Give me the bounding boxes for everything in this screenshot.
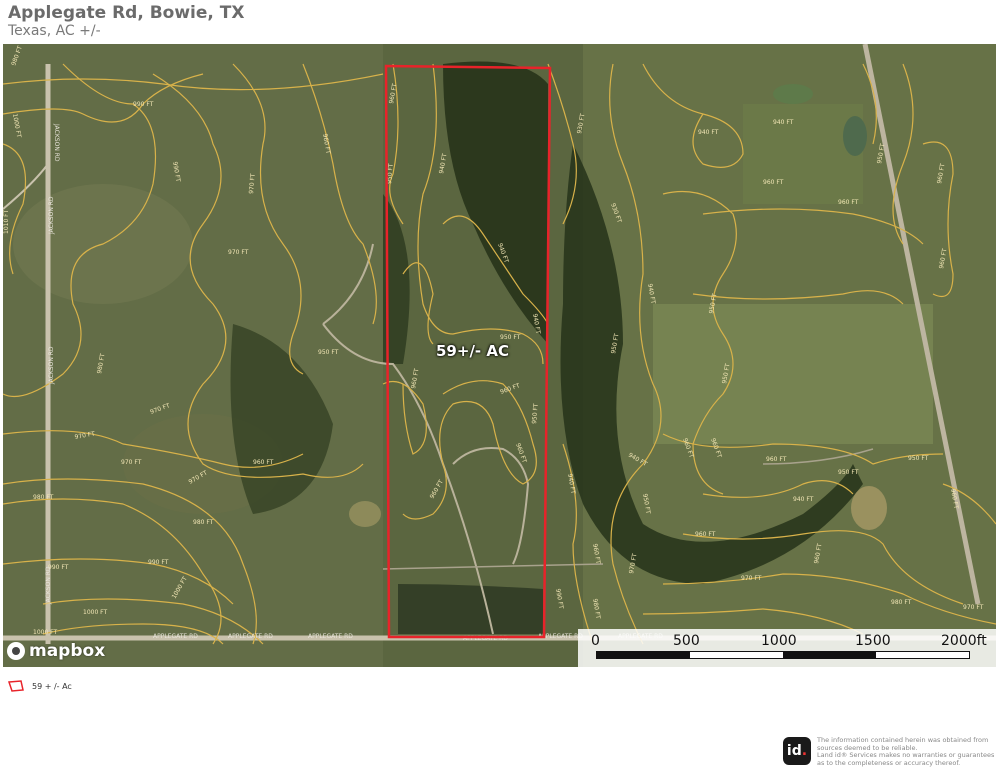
svg-text:950 FT: 950 FT: [838, 469, 859, 476]
logo-text: id: [786, 743, 802, 759]
svg-text:970 FT: 970 FT: [741, 575, 762, 582]
svg-text:970 FT: 970 FT: [228, 249, 249, 256]
svg-text:970 FT: 970 FT: [121, 459, 142, 466]
svg-text:1010 FT: 1010 FT: [3, 209, 10, 234]
svg-text:1000 FT: 1000 FT: [83, 609, 108, 616]
svg-text:980 FT: 980 FT: [891, 599, 912, 606]
svg-text:JACKSON RD: JACKSON RD: [45, 566, 52, 605]
svg-text:960 FT: 960 FT: [763, 179, 784, 186]
svg-text:JACKSON RD: JACKSON RD: [48, 346, 55, 385]
satellite-map[interactable]: 980 FT 990 FT 1000 FT 1010 FT 990 FT 970…: [3, 44, 996, 667]
svg-text:940 FT: 940 FT: [773, 119, 794, 126]
svg-text:970 FT: 970 FT: [963, 604, 984, 611]
parcel-outline-icon: [8, 680, 24, 692]
svg-text:940 FT: 940 FT: [698, 129, 719, 136]
scale-bar-track: [596, 651, 970, 659]
svg-text:1000 FT: 1000 FT: [33, 629, 58, 636]
svg-text:APPLEGATE RD: APPLEGATE RD: [153, 633, 198, 640]
map-legend: 59 + /- Ac: [8, 680, 72, 692]
disclaimer-line: as to the completeness or accuracy there…: [817, 758, 961, 767]
scale-tick-2000ft: 2000ft: [941, 633, 987, 649]
legend-label: 59 + /- Ac: [32, 681, 72, 691]
svg-text:950 FT: 950 FT: [908, 455, 929, 462]
logo-dot: .: [801, 743, 808, 759]
scale-segment: [597, 652, 690, 658]
footer: id. The information contained herein was…: [783, 736, 997, 767]
svg-text:980 FT: 980 FT: [33, 494, 54, 501]
scale-bar: 0 500 1000 1500 2000ft: [578, 629, 996, 667]
scale-tick-1000: 1000: [761, 633, 797, 649]
scale-tick-0: 0: [591, 633, 600, 649]
svg-text:960 FT: 960 FT: [766, 456, 787, 463]
scale-tick-1500: 1500: [855, 633, 891, 649]
mapbox-logo-icon: [7, 642, 25, 660]
mapbox-attribution[interactable]: mapbox: [7, 641, 105, 661]
svg-text:950 FT: 950 FT: [500, 334, 521, 341]
svg-text:990 FT: 990 FT: [133, 101, 154, 108]
scale-tick-500: 500: [673, 633, 700, 649]
parcel-label: 59+/- AC: [436, 342, 509, 360]
svg-text:980 FT: 980 FT: [193, 519, 214, 526]
disclaimer: The information contained herein was obt…: [817, 736, 997, 767]
scale-segment: [783, 652, 876, 658]
landid-logo[interactable]: id.: [783, 737, 811, 765]
svg-text:APPLEGATE RD: APPLEGATE RD: [228, 633, 273, 640]
map-subtitle: Texas, AC +/-: [8, 23, 101, 39]
map-title: Applegate Rd, Bowie, TX: [8, 3, 245, 23]
svg-text:APPLEGATE RD: APPLEGATE RD: [308, 633, 353, 640]
mapbox-text: mapbox: [29, 641, 106, 661]
svg-text:960 FT: 960 FT: [253, 459, 274, 466]
svg-text:JACKSON RD: JACKSON RD: [48, 196, 55, 235]
svg-text:950 FT: 950 FT: [318, 349, 339, 356]
svg-text:990 FT: 990 FT: [148, 559, 169, 566]
svg-text:960 FT: 960 FT: [838, 199, 859, 206]
svg-text:960 FT: 960 FT: [695, 531, 716, 538]
svg-text:940 FT: 940 FT: [793, 496, 814, 503]
svg-text:JACKSON RD: JACKSON RD: [53, 123, 60, 162]
